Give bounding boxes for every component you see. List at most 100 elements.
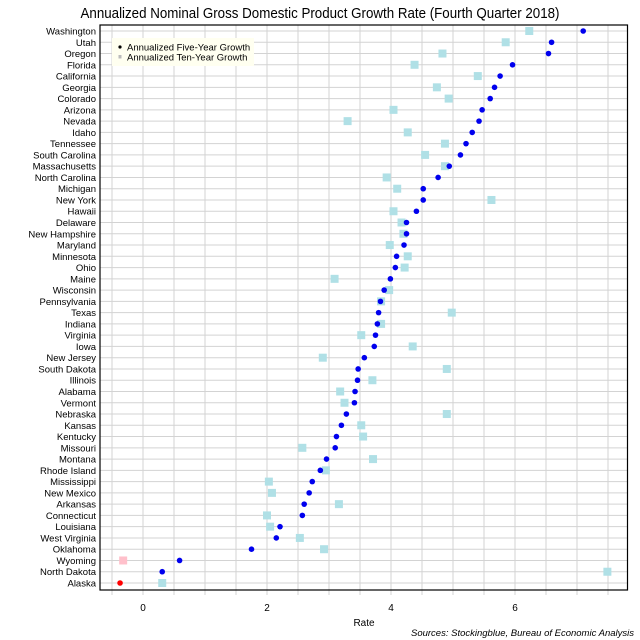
ten-year-point [501, 38, 510, 47]
ten-year-point [442, 410, 451, 419]
five-year-point [333, 433, 340, 440]
y-tick-label: New York [56, 195, 96, 206]
five-year-point [338, 422, 345, 429]
five-year-point [393, 253, 400, 260]
ten-year-point [432, 83, 441, 92]
five-year-point [343, 411, 350, 417]
ten-year-point [385, 241, 394, 250]
five-year-point [476, 118, 482, 124]
y-tick-label: Oregon [64, 49, 96, 60]
ten-year-point [447, 308, 456, 317]
five-year-point [463, 140, 469, 147]
y-tick-label: Louisiana [55, 522, 96, 533]
ten-year-point [393, 184, 402, 193]
y-tick-label: Pennsylvania [39, 297, 96, 308]
five-year-point [457, 152, 464, 158]
five-year-point [375, 309, 382, 316]
legend: Annualized Five-Year Growth Annualized T… [112, 38, 254, 66]
five-year-point [392, 264, 399, 271]
y-tick-label: Wisconsin [53, 286, 96, 297]
y-tick-label: Minnesota [52, 252, 97, 263]
y-tick-label: Illinois [70, 376, 97, 387]
x-axis-label: Rate [353, 618, 375, 629]
five-year-point [381, 287, 387, 293]
ten-year-point [357, 421, 366, 430]
five-year-point [548, 39, 555, 46]
y-tick-label: California [56, 72, 97, 83]
five-year-point [446, 163, 453, 169]
ten-year-point [442, 364, 451, 373]
y-tick-label: Tennessee [50, 139, 96, 150]
y-tick-label: Maine [70, 274, 96, 285]
ten-year-point [298, 443, 307, 452]
y-tick-label: Georgia [62, 83, 97, 94]
ten-year-point [330, 274, 339, 283]
x-tick-label: 4 [388, 603, 394, 614]
ten-year-point [421, 150, 430, 159]
ten-year-point [295, 533, 304, 542]
y-tick-label: Wyoming [56, 556, 96, 567]
y-tick-label: Michigan [58, 184, 96, 195]
five-year-point [420, 185, 427, 192]
y-tick-label: Montana [59, 455, 97, 466]
five-year-point [403, 230, 410, 237]
x-tick-label: 2 [264, 603, 270, 614]
ten-year-point [444, 94, 453, 103]
y-tick-label: New Mexico [44, 488, 96, 499]
five-year-point [469, 129, 476, 136]
y-tick-label: Arizona [64, 105, 97, 116]
ten-year-point [525, 27, 534, 35]
y-tick-label: Alabama [59, 387, 97, 398]
chart: WashingtonUtahOregonFloridaCaliforniaGeo… [28, 24, 634, 639]
five-year-point [354, 377, 361, 384]
y-tick-label: Indiana [65, 319, 97, 330]
ten-year-point [334, 500, 343, 509]
y-tick-label: Nevada [63, 117, 96, 128]
y-tick-label: Washington [46, 27, 96, 38]
y-tick-label: Alaska [67, 579, 96, 590]
ten-year-point [603, 567, 612, 576]
y-tick-label: Arkansas [56, 500, 96, 511]
sources-note: Sources: Stockingblue, Bureau of Economi… [411, 628, 634, 639]
ten-year-point [318, 353, 327, 362]
ten-year-point [336, 387, 345, 396]
five-year-point [479, 107, 485, 113]
y-tick-label: Rhode Island [40, 466, 96, 477]
ten-year-point [408, 342, 417, 351]
y-tick-label: Nebraska [55, 410, 96, 421]
y-tick-label: Kansas [64, 421, 96, 432]
five-year-point [159, 568, 166, 575]
five-year-point [352, 388, 358, 395]
five-year-point [301, 501, 308, 507]
five-year-point [545, 50, 552, 57]
y-tick-label: Texas [71, 308, 96, 319]
y-tick-label: Idaho [72, 128, 96, 139]
legend-marker-ten-year-icon [118, 55, 122, 59]
five-year-point [497, 73, 503, 79]
ten-year-point [410, 60, 419, 69]
five-year-point [248, 546, 255, 553]
ten-year-point [359, 432, 368, 441]
five-year-point [176, 557, 183, 564]
five-year-point [491, 84, 498, 91]
y-tick-label: Colorado [57, 94, 96, 105]
five-year-point [403, 219, 410, 226]
ten-year-point [343, 117, 352, 126]
five-year-point [401, 242, 407, 248]
five-year-point [306, 490, 312, 496]
ten-year-point [368, 376, 377, 385]
y-tick-label: Maryland [57, 241, 96, 252]
five-year-point [387, 276, 394, 282]
five-year-point [413, 208, 420, 215]
five-year-point [420, 197, 427, 203]
y-tick-label: New Hampshire [28, 229, 96, 240]
y-tick-label: Delaware [56, 218, 96, 229]
y-axis-labels: WashingtonUtahOregonFloridaCaliforniaGeo… [28, 27, 96, 590]
five-year-point [299, 512, 306, 519]
ten-year-point [119, 556, 128, 565]
ten-year-point [403, 128, 412, 137]
ten-year-point [440, 139, 449, 148]
series-five-year [117, 28, 586, 586]
ten-year-point [340, 398, 349, 407]
ten-year-point [158, 579, 167, 587]
